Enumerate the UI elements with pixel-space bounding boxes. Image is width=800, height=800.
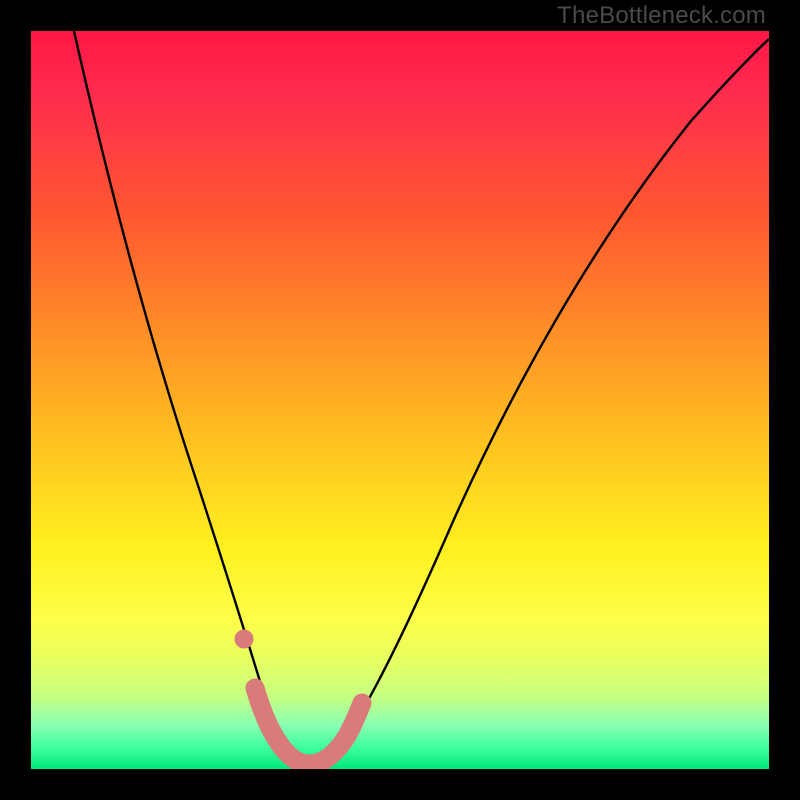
bottleneck-curve-svg — [31, 31, 769, 769]
plot-area — [31, 31, 769, 769]
bottleneck-curve — [74, 31, 769, 764]
chart-frame: TheBottleneck.com — [0, 0, 800, 800]
watermark-text: TheBottleneck.com — [557, 2, 766, 30]
highlight-markers — [235, 630, 362, 764]
